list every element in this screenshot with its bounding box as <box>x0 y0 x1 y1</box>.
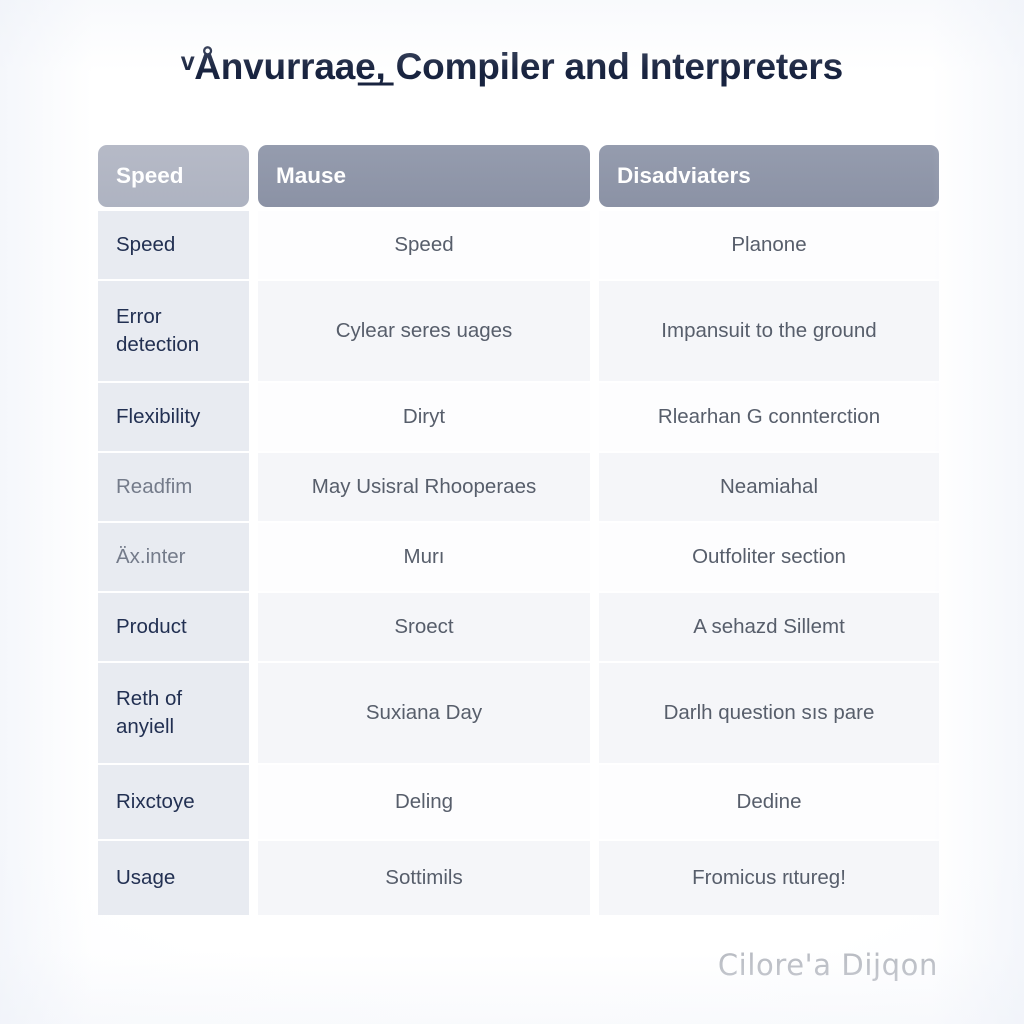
row-label: Flexibility <box>98 383 249 451</box>
comparison-table: Speed Mause Disadviaters Speed Speed Pla… <box>98 145 939 917</box>
table-row: Äx.inter Murı Outfoliter section <box>98 523 939 591</box>
footer-watermark: Cilore'a Dijqon <box>717 948 938 982</box>
row-value-mause: Speed <box>258 211 590 279</box>
table-row: Speed Speed Planone <box>98 211 939 279</box>
table-row: Rixctoye Deling Dedine <box>98 765 939 839</box>
row-value-disadviaters: Impansuit to the ground <box>599 281 939 381</box>
row-label: Readfim <box>98 453 249 521</box>
row-value-disadviaters: Planone <box>599 211 939 279</box>
row-label: Error detection <box>98 281 249 381</box>
row-label: Äx.inter <box>98 523 249 591</box>
row-value-mause: Murı <box>258 523 590 591</box>
row-value-disadviaters: Neamiahal <box>599 453 939 521</box>
table-row: Readfim May Usisral Rhooperaes Neamiahal <box>98 453 939 521</box>
row-label: Rixctoye <box>98 765 249 839</box>
row-value-mause: Diryt <box>258 383 590 451</box>
table-row: Usage Sottimils Fromicus rɩtureg! <box>98 841 939 915</box>
column-header-speed[interactable]: Speed <box>98 145 249 207</box>
row-value-disadviaters: Fromicus rɩtureg! <box>599 841 939 915</box>
row-value-disadviaters: Rlearhan G connterction <box>599 383 939 451</box>
row-value-mause: Deling <box>258 765 590 839</box>
row-value-disadviaters: A sehazd Sillemt <box>599 593 939 661</box>
row-value-mause: Cylear seres uages <box>258 281 590 381</box>
page-canvas: ᵛÅnvurraae͟, Compiler and Interpreters S… <box>0 0 1024 1024</box>
row-value-disadviaters: Dedine <box>599 765 939 839</box>
table-row: Error detection Cylear seres uages Impan… <box>98 281 939 381</box>
column-header-mause[interactable]: Mause <box>258 145 590 207</box>
row-value-mause: Suxiana Day <box>258 663 590 763</box>
row-value-disadviaters: Darlh question sıs pare <box>599 663 939 763</box>
table-header-row: Speed Mause Disadviaters <box>98 145 939 207</box>
row-value-disadviaters: Outfoliter section <box>599 523 939 591</box>
table-row: Flexibility Diryt Rlearhan G connterctio… <box>98 383 939 451</box>
page-title: ᵛÅnvurraae͟, Compiler and Interpreters <box>181 46 843 87</box>
row-label: Speed <box>98 211 249 279</box>
row-label: Product <box>98 593 249 661</box>
row-value-mause: Sottimils <box>258 841 590 915</box>
row-label: Reth of anyiell <box>98 663 249 763</box>
row-value-mause: May Usisral Rhooperaes <box>258 453 590 521</box>
column-header-disadviaters[interactable]: Disadviaters <box>599 145 939 207</box>
row-label: Usage <box>98 841 249 915</box>
table-row: Product Sroect A sehazd Sillemt <box>98 593 939 661</box>
row-value-mause: Sroect <box>258 593 590 661</box>
table-row: Reth of anyiell Suxiana Day Darlh questi… <box>98 663 939 763</box>
